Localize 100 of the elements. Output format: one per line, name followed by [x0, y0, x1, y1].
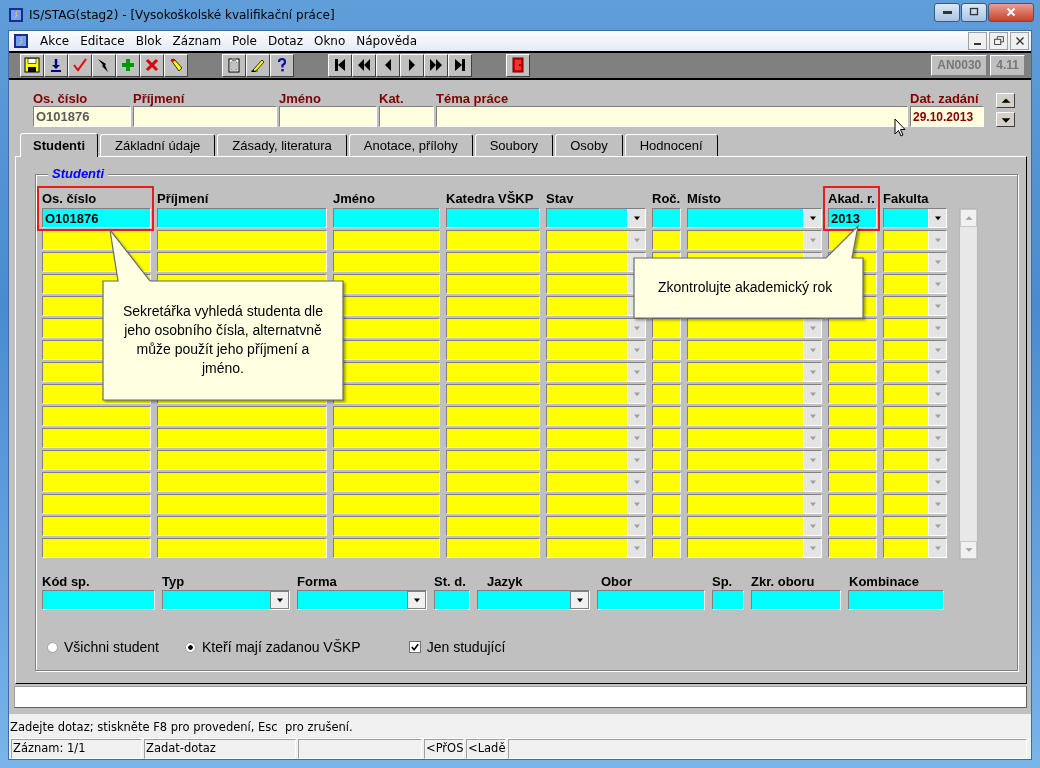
input-field[interactable] [446, 318, 540, 339]
input-field[interactable] [157, 450, 327, 471]
dropdown-button[interactable] [407, 591, 426, 610]
input-field[interactable] [751, 590, 841, 611]
input-field[interactable] [42, 406, 151, 427]
toolbar-button[interactable] [140, 53, 164, 77]
input-field[interactable] [652, 494, 681, 515]
input-field[interactable]: 29.10.2013 [910, 106, 984, 128]
input-field[interactable] [42, 538, 151, 559]
dropdown-field[interactable] [883, 252, 947, 273]
input-field[interactable] [333, 516, 440, 537]
dropdown-field[interactable] [687, 384, 822, 405]
input-field[interactable] [652, 340, 681, 361]
restore-button[interactable] [989, 31, 1008, 50]
toolbar-button[interactable] [68, 53, 92, 77]
input-field[interactable] [333, 450, 440, 471]
input-field[interactable] [42, 450, 151, 471]
menu-item[interactable]: Blok [130, 33, 168, 48]
input-field[interactable] [446, 252, 540, 273]
input-field[interactable] [379, 106, 434, 128]
input-field[interactable] [333, 208, 440, 229]
input-field[interactable] [42, 516, 151, 537]
input-field[interactable] [446, 230, 540, 251]
dropdown-field[interactable] [546, 516, 646, 537]
dropdown-field[interactable] [546, 208, 646, 229]
dropdown-field[interactable] [546, 318, 646, 339]
input-field[interactable] [828, 384, 877, 405]
toolbar-button[interactable] [448, 53, 472, 77]
dropdown-field[interactable] [883, 428, 947, 449]
dropdown-field[interactable] [687, 428, 822, 449]
input-field[interactable] [597, 590, 705, 611]
input-field[interactable] [446, 472, 540, 493]
input-field[interactable] [828, 450, 877, 471]
dropdown-field[interactable] [883, 450, 947, 471]
input-field[interactable] [333, 494, 440, 515]
dropdown-field[interactable] [546, 340, 646, 361]
input-field[interactable] [446, 494, 540, 515]
radio-label[interactable]: Kteří mají zadanou VŠKP [201, 639, 361, 656]
input-field[interactable] [333, 428, 440, 449]
input-field[interactable] [828, 362, 877, 383]
input-field[interactable]: O101876 [42, 208, 151, 229]
input-field[interactable] [157, 428, 327, 449]
toolbar-button[interactable] [400, 53, 424, 77]
dropdown-field[interactable] [883, 340, 947, 361]
input-field[interactable] [828, 494, 877, 515]
toolbar-button[interactable] [328, 53, 352, 77]
input-field[interactable] [42, 494, 151, 515]
dropdown-field[interactable] [546, 362, 646, 383]
input-field[interactable] [157, 494, 327, 515]
maximize-button[interactable] [961, 2, 987, 22]
dropdown-field[interactable] [546, 472, 646, 493]
dropdown-field[interactable] [883, 516, 947, 537]
input-field[interactable] [42, 428, 151, 449]
input-field[interactable] [157, 230, 327, 251]
input-field[interactable] [652, 428, 681, 449]
input-field[interactable] [434, 590, 470, 611]
dropdown-field[interactable] [687, 472, 822, 493]
input-field[interactable] [446, 274, 540, 295]
input-field[interactable] [652, 208, 681, 229]
radio-button[interactable] [47, 641, 58, 653]
tab[interactable]: Studenti [20, 133, 98, 158]
dropdown-field[interactable] [546, 538, 646, 559]
input-field[interactable] [333, 406, 440, 427]
dropdown-field[interactable] [687, 362, 822, 383]
input-field[interactable] [157, 208, 327, 229]
input-field[interactable] [42, 472, 151, 493]
input-field[interactable] [157, 516, 327, 537]
dropdown-field[interactable] [883, 472, 947, 493]
dropdown-field[interactable] [883, 208, 947, 229]
input-field[interactable] [446, 516, 540, 537]
input-field[interactable] [828, 406, 877, 427]
input-field[interactable] [446, 384, 540, 405]
toolbar-button[interactable] [270, 53, 294, 77]
input-field[interactable] [828, 516, 877, 537]
dropdown-field[interactable] [687, 538, 822, 559]
input-field[interactable] [133, 106, 277, 128]
menu-item[interactable]: Dotaz [263, 33, 309, 48]
dropdown-field[interactable] [546, 494, 646, 515]
dropdown-field[interactable] [883, 406, 947, 427]
dropdown-field[interactable] [883, 362, 947, 383]
input-field[interactable] [157, 472, 327, 493]
input-field[interactable] [848, 590, 944, 611]
dropdown-field[interactable] [883, 384, 947, 405]
dropdown-field[interactable] [883, 296, 947, 317]
input-field[interactable] [279, 106, 377, 128]
dropdown-field[interactable] [687, 230, 822, 251]
input-field[interactable] [652, 384, 681, 405]
input-field[interactable] [333, 472, 440, 493]
input-field[interactable] [652, 516, 681, 537]
input-field[interactable]: O101876 [33, 106, 131, 128]
toolbar-button[interactable] [92, 53, 116, 77]
toolbar-button[interactable] [164, 53, 188, 77]
input-field[interactable] [446, 208, 540, 229]
toolbar-button[interactable] [222, 53, 246, 77]
input-field[interactable] [828, 538, 877, 559]
menu-item[interactable]: Záznam [167, 33, 228, 48]
minimize-button[interactable] [968, 31, 987, 50]
input-field[interactable] [446, 340, 540, 361]
input-field[interactable] [446, 296, 540, 317]
dropdown-field[interactable] [546, 406, 646, 427]
